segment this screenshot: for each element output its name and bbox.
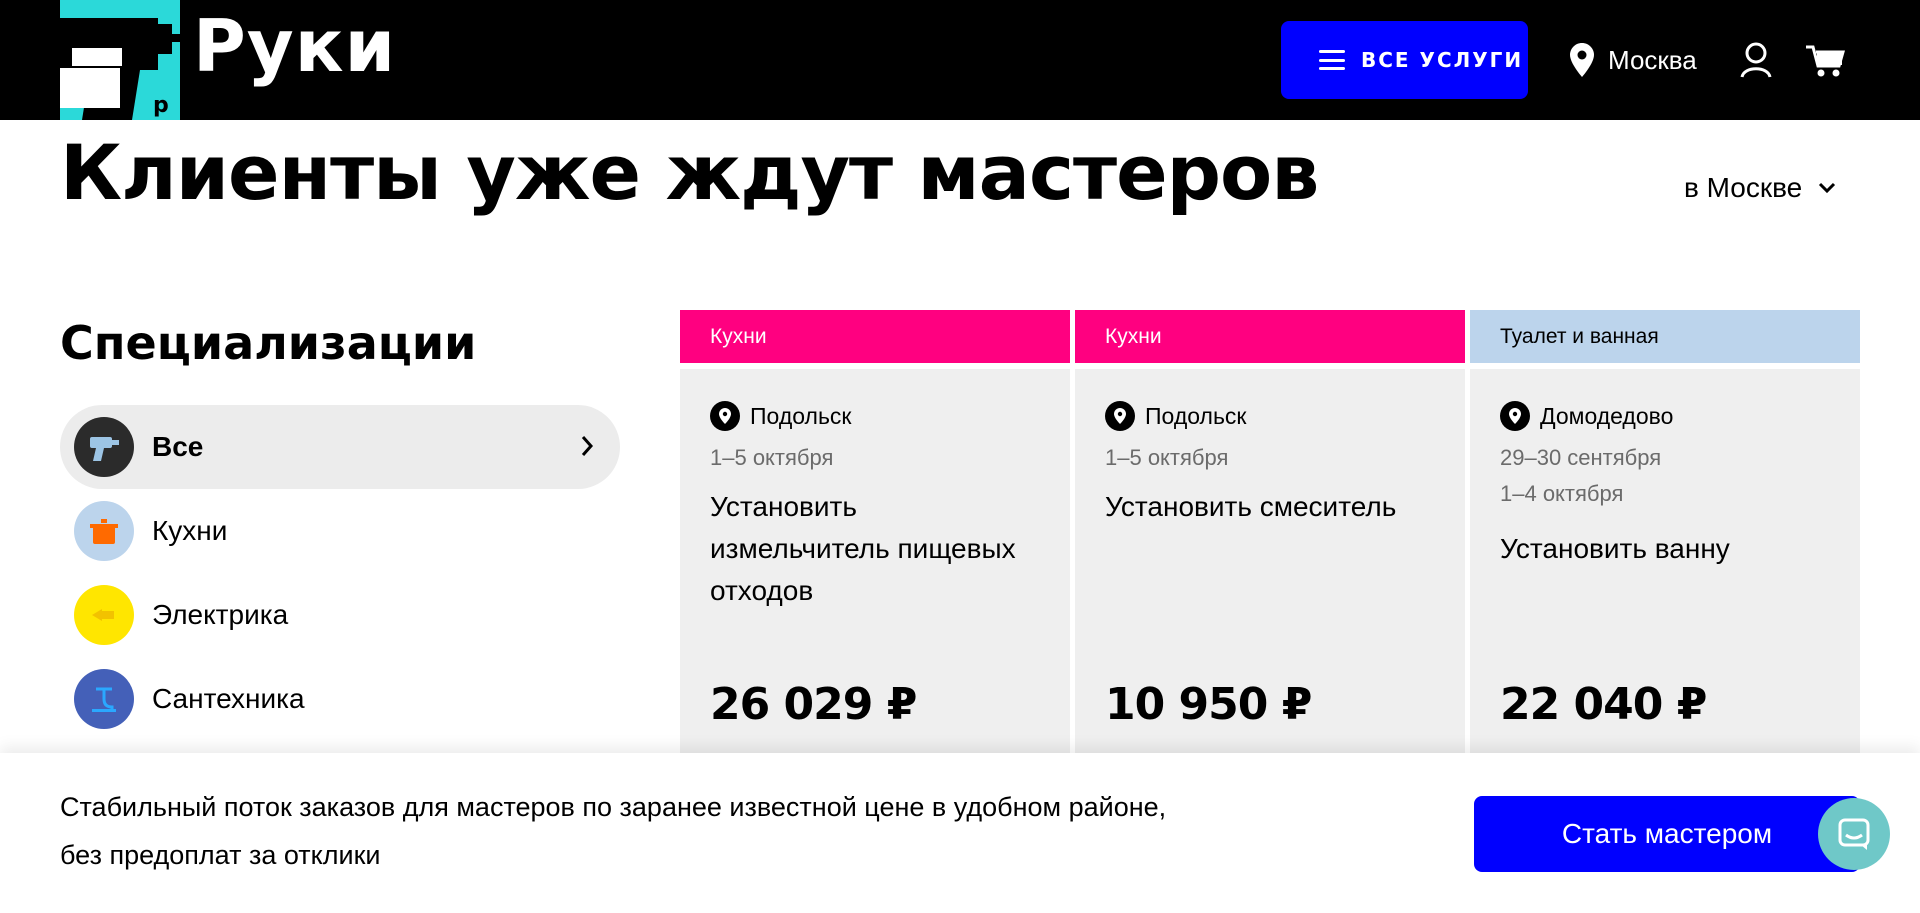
order-card[interactable]: Кухни Подольск 1–5 октября Установить см…	[1075, 310, 1465, 859]
plug-icon	[74, 585, 134, 645]
card-price: 22 040 ₽	[1500, 679, 1707, 730]
card-price: 10 950 ₽	[1105, 679, 1312, 730]
sidebar-item-plumbing[interactable]: Сантехника	[60, 657, 620, 741]
pot-icon	[74, 501, 134, 561]
cart-icon[interactable]	[1806, 44, 1846, 78]
order-card[interactable]: Туалет и ванная Домодедово 29–30 сентябр…	[1470, 310, 1860, 859]
card-date: 29–30 сентября	[1500, 445, 1662, 470]
card-body: Домодедово 29–30 сентября 1–4 октября Ус…	[1470, 369, 1860, 859]
chevron-down-icon	[1819, 182, 1836, 194]
drill-icon	[74, 417, 134, 477]
location-pin-icon	[1105, 401, 1135, 431]
sidebar-item-label: Все	[152, 431, 204, 462]
card-location-label: Подольск	[750, 402, 852, 429]
order-card[interactable]: Кухни Подольск 1–5 октября Установить из…	[680, 310, 1070, 859]
svg-text:р: р	[153, 93, 169, 118]
become-master-button[interactable]: Стать мастером	[1474, 796, 1860, 872]
card-task: Установить измельчитель пищевых отходов	[710, 491, 1016, 606]
become-master-banner: Стабильный поток заказов для мастеров по…	[0, 753, 1920, 913]
sidebar-item-all[interactable]: Все	[60, 405, 620, 489]
location-pin-icon	[1500, 401, 1530, 431]
card-date: 1–5 октября	[710, 445, 834, 470]
card-task: Установить ванну	[1500, 533, 1730, 564]
sidebar-item-label: Электрика	[152, 599, 289, 630]
all-services-label: ВСЕ УСЛУГИ	[1361, 48, 1524, 72]
menu-icon	[1319, 50, 1345, 70]
card-body: Подольск 1–5 октября Установить измельчи…	[680, 369, 1070, 859]
specializations-list: Все Кухни Электрика Сантехника	[60, 405, 620, 741]
logo-wordmark[interactable]: Руки	[193, 4, 396, 88]
sidebar-item-label: Сантехника	[152, 683, 305, 714]
card-location-label: Подольск	[1145, 402, 1247, 429]
sidebar-item-kitchens[interactable]: Кухни	[60, 489, 620, 573]
user-icon[interactable]	[1740, 42, 1772, 78]
city-label: Москва	[1608, 44, 1697, 75]
location-pin-icon	[1570, 43, 1594, 77]
card-task: Установить смеситель	[1105, 491, 1397, 522]
specializations-title: Специализации	[60, 316, 477, 370]
location-pin-icon	[710, 401, 740, 431]
faucet-icon	[74, 669, 134, 729]
chat-button[interactable]	[1818, 798, 1890, 870]
logo-icon[interactable]: р	[60, 0, 180, 120]
card-location: Подольск	[1105, 401, 1435, 431]
card-price: 26 029 ₽	[710, 679, 917, 730]
card-body: Подольск 1–5 октября Установить смесител…	[1075, 369, 1465, 859]
card-location-label: Домодедово	[1540, 402, 1674, 429]
card-location: Домодедово	[1500, 401, 1830, 431]
card-date: 1–5 октября	[1105, 445, 1229, 470]
banner-text: Стабильный поток заказов для мастеров по…	[60, 783, 1260, 879]
city-selector[interactable]: Москва	[1570, 42, 1697, 78]
card-location: Подольск	[710, 401, 1040, 431]
all-services-button[interactable]: ВСЕ УСЛУГИ	[1281, 21, 1528, 99]
site-header: р Руки ВСЕ УСЛУГИ Москва	[0, 0, 1920, 120]
sidebar-item-electrics[interactable]: Электрика	[60, 573, 620, 657]
card-category: Кухни	[1075, 310, 1465, 363]
card-category: Кухни	[680, 310, 1070, 363]
banner-text-line: без предоплат за отклики	[60, 840, 381, 870]
city-dropdown[interactable]: в Москве	[1684, 172, 1836, 204]
page-title: Клиенты уже ждут мастеров	[60, 128, 1319, 217]
chat-icon	[1838, 818, 1870, 850]
chevron-right-icon	[581, 436, 594, 456]
banner-text-line: Стабильный поток заказов для мастеров по…	[60, 792, 1167, 822]
card-category: Туалет и ванная	[1470, 310, 1860, 363]
sidebar-item-label: Кухни	[152, 515, 228, 546]
city-dropdown-label: в Москве	[1684, 172, 1803, 203]
card-date: 1–4 октября	[1500, 481, 1624, 506]
